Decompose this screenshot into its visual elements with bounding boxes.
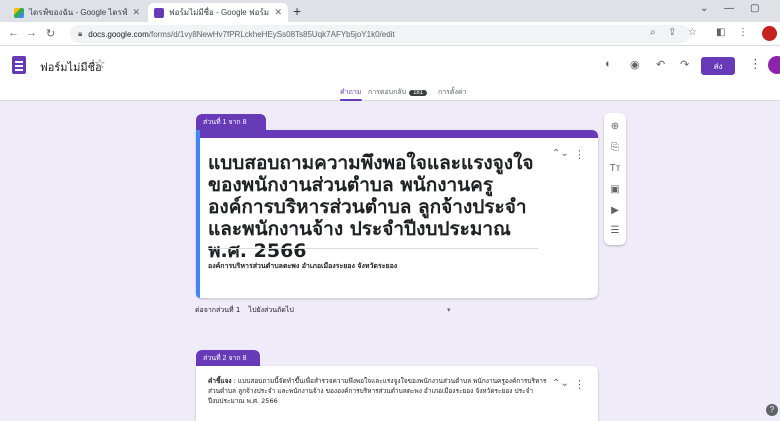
tab-settings[interactable]: การตั้งค่า [438,87,467,98]
avatar[interactable] [768,56,780,74]
star-icon[interactable]: ☆ [94,56,106,72]
dropdown-arrow-icon[interactable]: ▾ [447,306,451,314]
sidepanel-icon[interactable]: ◧ [716,27,725,38]
extensions-icon[interactable]: ⋮ [738,27,748,38]
close-icon[interactable]: ✕ [132,7,140,18]
tab-search-icon[interactable]: ⌄ [700,3,708,14]
palette-icon[interactable]: ◐ [605,58,612,70]
section-2-description[interactable]: คำชี้แจง : แบบสอบถามนี้จัดทำขึ้นเพื่อสำร… [208,376,548,406]
tab-responses-label: การตอบกลับ [368,89,407,96]
section-2-tag: ส่วนที่ 2 จาก 8 [196,350,260,366]
profile-icon[interactable] [762,26,777,41]
floating-toolbar: ⊕ ⎘ Tт ▣ ▶ ☰ [604,113,626,245]
description-underline [208,298,588,299]
title-underline [208,248,538,249]
reload-icon[interactable]: ↻ [46,27,55,40]
bookmark-star-icon[interactable]: ☆ [688,27,697,38]
import-questions-icon[interactable]: ⎘ [604,142,626,153]
description-text: : แบบสอบถามนี้จัดทำขึ้นเพื่อสำรวจความพึง… [208,377,547,405]
after-section-label: ต่อจากส่วนที่ 1 [195,306,241,314]
more-options-icon[interactable]: ⋮ [749,56,762,72]
restore-icon[interactable]: ▢ [750,3,759,14]
add-section-icon[interactable]: ☰ [604,225,626,236]
card-accent-bar [196,130,598,138]
tab-responses[interactable]: การตอบกลับ 181 [368,87,428,98]
new-tab-icon[interactable]: + [293,3,301,19]
url-path: /forms/d/1vy8NewHv7fPRLckheHEySs08Ts85Uq… [148,29,395,39]
forms-header: ฟอร์มไม่มีชื่อ ☆ ◐ ◉ ↶ ↷ ส่ง ⋮ คำถาม การ… [0,46,780,101]
back-icon[interactable]: ← [8,27,19,39]
close-icon[interactable]: ✕ [274,7,282,18]
tab-questions[interactable]: คำถาม [340,87,361,98]
add-video-icon[interactable]: ▶ [604,205,626,216]
collapse-section-icon[interactable]: ⌃⌄ [552,378,569,389]
section-2-card[interactable]: คำชี้แจง : แบบสอบถามนี้จัดทำขึ้นเพื่อสำร… [196,366,598,421]
zoom-icon[interactable]: ⌕ [650,27,656,38]
section-1-tag: ส่วนที่ 1 จาก 8 [196,114,266,130]
add-question-icon[interactable]: ⊕ [604,121,626,132]
url-host: docs.google.com [88,29,149,39]
minimize-icon[interactable]: — [724,3,734,14]
drive-icon [14,7,24,18]
response-count-badge: 181 [409,90,428,96]
tab-title: ฟอร์มไม่มีชื่อ - Google ฟอร์ม [169,8,270,17]
card-focus-bar [196,130,200,298]
lock-icon: 🔒︎ [78,29,83,38]
tab-title: ไดรฟ์ของฉัน - Google ไดรฟ์ [29,8,128,17]
forms-logo-icon[interactable] [12,56,26,74]
share-icon[interactable]: ⇪ [668,27,676,38]
forms-icon [154,7,164,18]
add-image-icon[interactable]: ▣ [604,184,626,195]
form-section-title[interactable]: แบบสอบถามความพึงพอใจและแรงจูงใจของพนักงา… [208,152,538,262]
active-tab-indicator [340,99,362,101]
address-bar-row: ← → ↻ 🔒︎ docs.google.com /forms/d/1vy8Ne… [0,22,780,46]
url-input[interactable]: 🔒︎ docs.google.com /forms/d/1vy8NewHv7fP… [70,25,690,43]
help-icon[interactable]: ? [766,404,778,416]
undo-icon[interactable]: ↶ [656,58,665,71]
redo-icon[interactable]: ↷ [680,58,689,71]
add-title-icon[interactable]: Tт [604,163,626,174]
form-tabs: คำถาม การตอบกลับ 181 การตั้งค่า [0,87,780,101]
after-section-navigation: ต่อจากส่วนที่ 1 ไปยังส่วนถัดไป ▾ [195,305,595,319]
section-more-icon[interactable]: ⋮ [574,378,585,391]
forward-icon[interactable]: → [26,27,37,39]
form-section-description[interactable]: องค์การบริหารส่วนตำบลตะพง อำเภอเมืองระยอ… [208,261,397,272]
section-1-card[interactable]: แบบสอบถามความพึงพอใจและแรงจูงใจของพนักงา… [196,130,598,299]
send-button[interactable]: ส่ง [701,57,735,75]
browser-tab-bar: ไดรฟ์ของฉัน - Google ไดรฟ์ ✕ ฟอร์มไม่มีช… [0,0,780,22]
description-label: คำชี้แจง [208,377,232,385]
section-more-icon[interactable]: ⋮ [574,148,585,161]
preview-eye-icon[interactable]: ◉ [630,58,640,71]
after-section-select[interactable]: ไปยังส่วนถัดไป [249,306,294,314]
form-title[interactable]: ฟอร์มไม่มีชื่อ [40,58,102,76]
browser-tab-forms[interactable]: ฟอร์มไม่มีชื่อ - Google ฟอร์ม ✕ [148,3,288,22]
collapse-section-icon[interactable]: ⌃⌄ [552,148,569,159]
browser-tab-drive[interactable]: ไดรฟ์ของฉัน - Google ไดรฟ์ ✕ [8,3,146,22]
